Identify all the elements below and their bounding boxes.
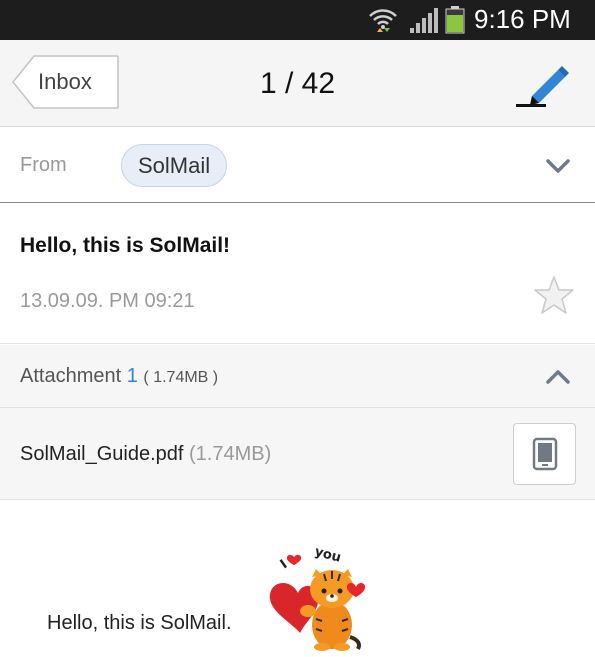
message-subject: Hello, this is SolMail! [20,234,231,257]
attachment-total-size: ( 1.74MB ) [143,369,219,386]
sender-chip[interactable]: SolMail [121,144,228,187]
status-time: 9:16 PM [474,4,571,34]
status-bar: 9:16 PM [0,0,595,40]
tiger-love-sticker: I you [269,544,366,651]
attachment-count: 1 [126,365,138,387]
attachment-file-name: SolMail_Guide.pdf [20,443,184,465]
chevron-up-icon[interactable] [544,363,572,391]
back-button-inbox[interactable]: Inbox [12,55,119,109]
attachment-file-size: (1.74MB) [189,443,272,465]
signal-icon [410,8,438,33]
attachment-header[interactable]: Attachment 1 ( 1.74MB ) [0,345,595,408]
body-text: Hello, this is SolMail. [47,612,232,634]
star-icon[interactable] [533,274,575,316]
attachment-item[interactable]: SolMail_Guide.pdf (1.74MB) [0,408,595,500]
from-label: From [20,154,67,176]
message-date: 13.09.09. PM 09:21 [20,290,195,312]
battery-icon [445,6,465,34]
chevron-down-icon[interactable] [544,152,572,180]
phone-save-icon [532,437,558,471]
wifi-icon [369,9,397,32]
from-row: From SolMail [0,128,595,203]
attachment-file: SolMail_Guide.pdf (1.74MB) [20,408,271,500]
attachment-label: Attachment 1 ( 1.74MB ) [20,345,218,409]
attachment-title: Attachment [20,365,122,387]
svg-text:you: you [313,544,343,565]
message-header: Hello, this is SolMail! 13.09.09. PM 09:… [0,204,595,344]
message-body: Hello, this is SolMail. I you [0,501,595,657]
toolbar: 1 / 42 Inbox [0,40,595,127]
back-button-label: Inbox [38,69,92,94]
pencil-icon[interactable] [512,60,576,108]
save-to-device-button[interactable] [513,423,576,485]
